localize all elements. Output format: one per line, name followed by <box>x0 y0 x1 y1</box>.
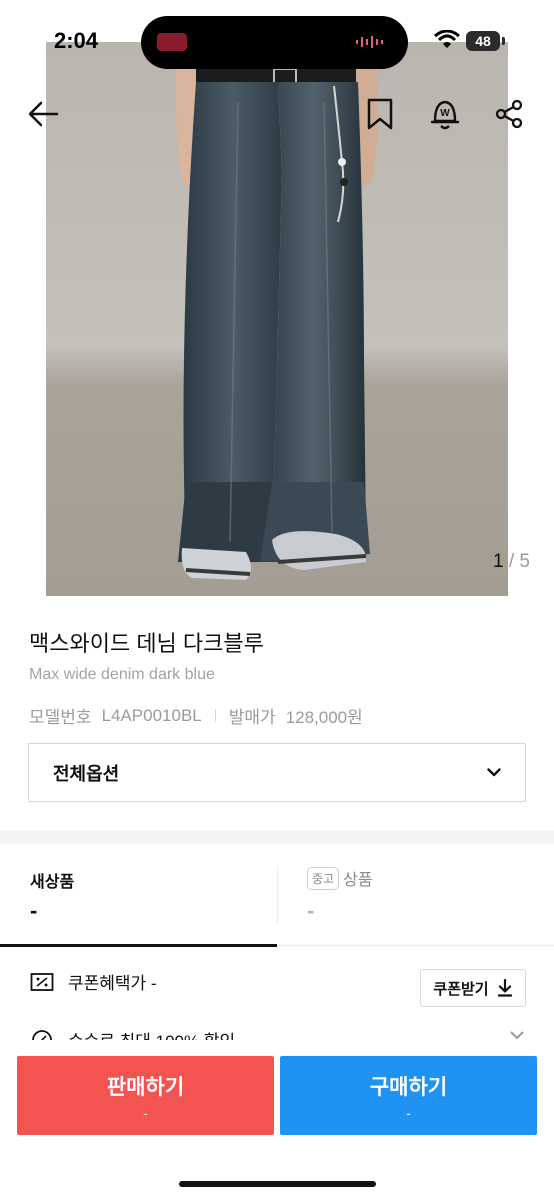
back-arrow-icon <box>28 101 59 127</box>
chevron-down-icon <box>487 768 501 777</box>
price-alert-button[interactable]: W <box>425 94 465 134</box>
tab-used-heading: 중고 상품 <box>307 866 373 890</box>
svg-text:W: W <box>440 108 450 119</box>
tab-used-label: 상품 <box>343 872 373 889</box>
bottom-action-bar: 판매하기 - 구매하기 - <box>0 1040 554 1200</box>
bookmark-icon <box>367 98 393 130</box>
status-bar: 2:04 48 <box>0 0 554 84</box>
product-title: 맥스와이드 데님 다크블루 <box>29 631 264 656</box>
product-detail-screen: 2:04 48 W 1 / 5 맥스와이드 데님 다크블루 Max wide d… <box>0 0 554 1200</box>
get-coupon-button[interactable]: 쿠폰받기 <box>420 969 526 1007</box>
bookmark-button[interactable] <box>360 94 400 134</box>
release-price-value: 128,000원 <box>285 708 363 727</box>
tab-new-price: - <box>30 898 38 923</box>
current-page: 1 <box>493 551 504 572</box>
recording-app-icon <box>157 33 187 51</box>
download-icon <box>497 979 512 997</box>
buy-button[interactable]: 구매하기 - <box>280 1056 537 1135</box>
total-pages: 5 <box>519 551 530 572</box>
status-time: 2:04 <box>54 28 99 53</box>
product-image-gallery[interactable]: 2:04 48 W 1 / 5 <box>0 0 554 596</box>
model-number-value: L4AP0010BL <box>101 705 202 725</box>
coupon-row: 쿠폰혜택가 - <box>30 969 157 994</box>
chevron-down-icon[interactable] <box>510 1031 524 1040</box>
back-button[interactable] <box>23 94 63 134</box>
share-icon <box>495 99 523 129</box>
condition-tabs: 새상품 - 중고 상품 - <box>0 844 554 947</box>
option-select-label: 전체옵션 <box>53 763 120 784</box>
buy-button-price: - <box>406 1105 411 1121</box>
release-price-label: 발매가 <box>228 708 276 727</box>
wifi-icon <box>434 30 460 48</box>
product-info: 맥스와이드 데님 다크블루 Max wide denim dark blue 모… <box>0 596 554 832</box>
battery-indicator: 48 <box>466 31 500 51</box>
meta-divider <box>214 709 216 722</box>
alert-bell-icon: W <box>430 100 460 130</box>
option-select[interactable]: 전체옵션 <box>28 743 526 802</box>
audio-wave-icon <box>356 36 383 48</box>
battery-tip <box>502 37 505 45</box>
product-meta: 모델번호 L4AP0010BL 발매가 128,000원 <box>29 703 363 728</box>
share-button[interactable] <box>489 94 529 134</box>
tab-new-product[interactable]: 새상품 - <box>0 844 277 947</box>
used-chip: 중고 <box>307 866 340 890</box>
home-indicator[interactable] <box>179 1181 376 1187</box>
page-separator: / <box>508 551 515 572</box>
gallery-page-indicator: 1 / 5 <box>493 551 530 573</box>
coupon-benefit-text: 쿠폰혜택가 - <box>68 974 157 993</box>
sell-button-price: - <box>143 1105 148 1121</box>
tab-used-price: - <box>307 898 315 923</box>
buy-button-label: 구매하기 <box>369 1076 448 1099</box>
sell-button-label: 판매하기 <box>106 1076 185 1099</box>
dynamic-island <box>141 16 408 69</box>
model-number-label: 모델번호 <box>29 708 92 727</box>
get-coupon-label: 쿠폰받기 <box>433 980 489 998</box>
coupon-icon <box>30 972 54 991</box>
sell-button[interactable]: 판매하기 - <box>17 1056 274 1135</box>
tab-used-product[interactable]: 중고 상품 - <box>277 844 554 946</box>
section-divider <box>0 830 554 844</box>
product-subtitle: Max wide denim dark blue <box>29 666 215 683</box>
tab-new-label: 새상품 <box>30 874 75 891</box>
